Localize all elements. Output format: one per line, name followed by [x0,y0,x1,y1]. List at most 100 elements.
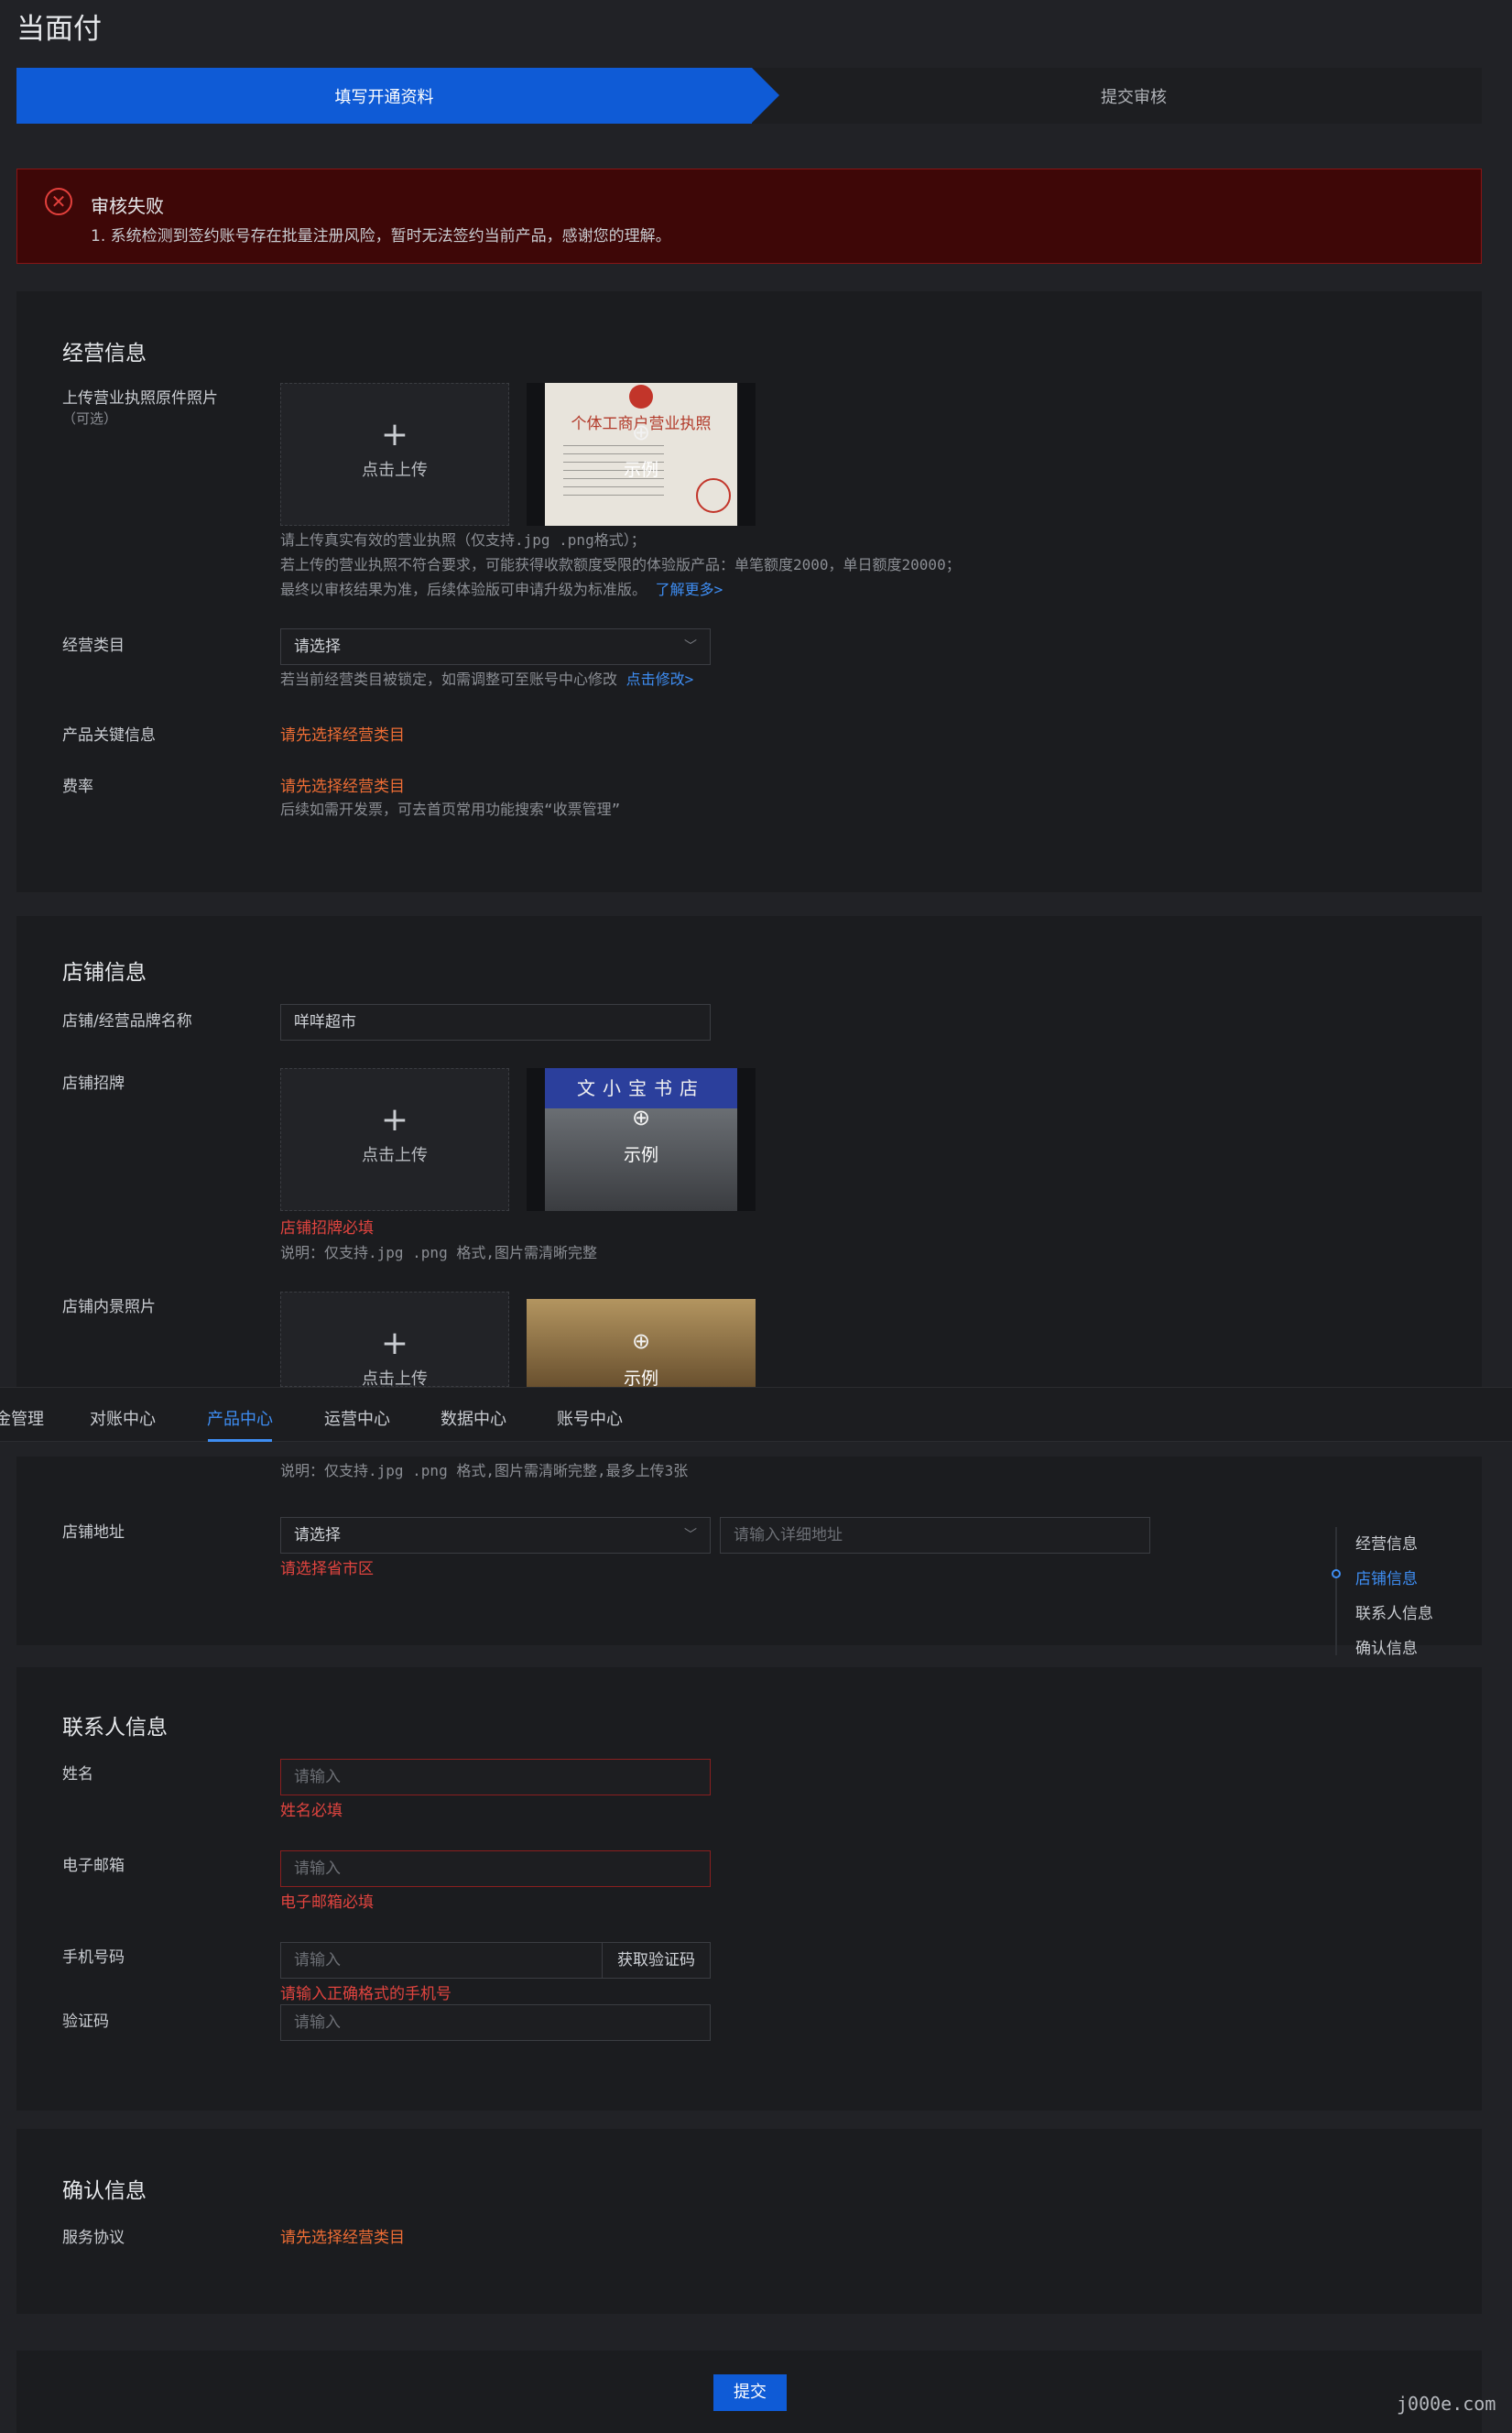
interior-upload-button[interactable]: + 点击上传 [280,1292,509,1387]
keyinfo-label: 产品关键信息 [62,726,156,745]
name-label: 姓名 [62,1765,93,1784]
tab-product-center[interactable]: 产品中心 [207,1406,273,1430]
rate-hint: 后续如需开发票，可去首页常用功能搜索“收票管理” [280,801,621,818]
review-failed-alert: ✕ 审核失败 1. 系统检测到签约账号存在批量注册风险，暂时无法签约当前产品，感… [16,169,1482,264]
step-submit-review: 提交审核 [1101,87,1167,107]
license-hint-3-text: 最终以审核结果为准，后续体验版可申请升级为标准版。 [280,581,647,598]
confirm-info-card: 确认信息 服务协议 请先选择经营类目 [16,2129,1482,2314]
page-title: 当面付 [16,13,102,46]
address-select-value: 请选择 [294,1526,341,1544]
address-detail-placeholder: 请输入详细地址 [734,1526,843,1544]
anchor-store[interactable]: 店铺信息 [1355,1566,1418,1588]
license-hint-1: 请上传真实有效的营业执照（仅支持.jpg .png格式）； [280,531,646,549]
alert-title: 审核失败 [91,195,164,217]
confirm-section-title: 确认信息 [62,2179,147,2203]
example-text: 示例 [623,1369,658,1387]
rate-label: 费率 [62,778,93,796]
code-placeholder: 请输入 [294,2013,341,2032]
upload-text: 点击上传 [362,1369,428,1387]
example-text: 示例 [623,460,658,480]
phone-placeholder: 请输入 [294,1951,341,1969]
step-fill-info: 填写开通资料 [16,68,779,124]
close-circle-icon: ✕ [45,188,72,215]
plus-icon: + [380,416,409,453]
license-upload-button[interactable]: + 点击上传 [280,383,509,526]
category-hint: 若当前经营类目被锁定，如需调整可至账号中心修改 点击修改> [280,667,693,689]
section-anchor-nav: 经营信息 店铺信息 联系人信息 确认信息 [1332,1527,1482,1658]
sign-hint: 说明：仅支持.jpg .png 格式,图片需清晰完整 [280,1244,597,1261]
chevron-down-icon: ﹀ [684,1528,697,1543]
business-info-card: 经营信息 上传营业执照原件照片 （可选） + 点击上传 个体工商户营业执照 ⊕ … [16,291,1482,892]
store-name-value: 咩咩超市 [294,1013,356,1031]
email-placeholder: 请输入 [294,1860,341,1878]
address-region-select[interactable]: 请选择 ﹀ [280,1517,711,1554]
license-example[interactable]: 个体工商户营业执照 ⊕ 示例 [527,383,756,526]
zoom-in-icon: ⊕ [631,1328,651,1354]
license-hint-3: 最终以审核结果为准，后续体验版可申请升级为标准版。 了解更多> [280,577,723,599]
tab-data-center[interactable]: 数据中心 [441,1406,506,1430]
tab-account-center[interactable]: 账号中心 [557,1406,623,1430]
license-example-image: 个体工商户营业执照 [545,383,737,526]
code-input[interactable]: 请输入 [280,2004,711,2041]
sign-example[interactable]: 文小宝书店 ⊕ 示例 [527,1068,756,1211]
active-tab-indicator [208,1439,272,1442]
seal-icon [696,478,731,513]
tab-reconciliation[interactable]: 对账中心 [90,1406,156,1430]
watermark: j000e.com [1397,2393,1496,2415]
agreement-label: 服务协议 [62,2229,125,2247]
email-input[interactable]: 请输入 [280,1850,711,1887]
learn-more-link[interactable]: 了解更多> [656,581,723,598]
name-input[interactable]: 请输入 [280,1759,711,1795]
email-error: 电子邮箱必填 [280,1893,374,1912]
steps-bar: 填写开通资料 提交审核 [16,68,1482,124]
sign-upload-button[interactable]: + 点击上传 [280,1068,509,1211]
license-hint-2: 若上传的营业执照不符合要求，可能获得收款额度受限的体验版产品：单笔额度2000，… [280,556,961,573]
store-name-input[interactable]: 咩咩超市 [280,1004,711,1041]
interior-hint: 说明：仅支持.jpg .png 格式,图片需清晰完整,最多上传3张 [280,1462,689,1479]
shop-sign-text: 文小宝书店 [545,1068,737,1108]
upload-text: 点击上传 [362,461,428,480]
contact-info-card: 联系人信息 姓名 请输入 姓名必填 电子邮箱 请输入 电子邮箱必填 手机号码 请… [16,1667,1482,2111]
address-detail-input[interactable]: 请输入详细地址 [720,1517,1150,1554]
anchor-line [1335,1527,1337,1655]
agreement-value: 请先选择经营类目 [280,2229,405,2247]
name-placeholder: 请输入 [294,1768,341,1786]
anchor-contact[interactable]: 联系人信息 [1355,1600,1433,1623]
category-modify-link[interactable]: 点击修改> [626,671,694,688]
name-error: 姓名必填 [280,1802,343,1820]
category-select[interactable]: 请选择 ﹀ [280,628,711,665]
phone-error: 请输入正确格式的手机号 [280,1985,451,2003]
code-label: 验证码 [62,2013,109,2031]
anchor-confirm[interactable]: 确认信息 [1355,1635,1418,1658]
category-label: 经营类目 [62,637,125,655]
alert-message: 1. 系统检测到签约账号存在批量注册风险，暂时无法签约当前产品，感谢您的理解。 [91,227,671,245]
address-label: 店铺地址 [62,1523,125,1542]
chevron-down-icon: ﹀ [684,639,697,654]
interior-example[interactable]: ⊕ 示例 [527,1299,756,1387]
interior-label: 店铺内景照片 [62,1298,156,1316]
rate-value: 请先选择经营类目 [280,778,405,796]
keyinfo-value: 请先选择经营类目 [280,726,405,745]
business-section-title: 经营信息 [62,342,147,365]
phone-input[interactable]: 请输入 获取验证码 [280,1942,711,1979]
contact-section-title: 联系人信息 [62,1716,168,1740]
anchor-business[interactable]: 经营信息 [1355,1531,1418,1554]
zoom-in-icon: ⊕ [631,1105,651,1130]
address-error: 请选择省市区 [280,1560,374,1578]
category-hint-text: 若当前经营类目被锁定，如需调整可至账号中心修改 [280,671,618,688]
sign-label: 店铺招牌 [62,1075,125,1093]
zoom-in-icon: ⊕ [631,420,651,445]
get-code-button[interactable]: 获取验证码 [602,1943,710,1978]
tab-operation-center[interactable]: 运营中心 [324,1406,390,1430]
store-info-card-continued: 说明：仅支持.jpg .png 格式,图片需清晰完整,最多上传3张 店铺地址 请… [16,1457,1482,1645]
license-label: 上传营业执照原件照片 [62,389,218,408]
license-optional: （可选） [62,410,118,427]
store-section-title: 店铺信息 [62,961,147,985]
tab-fund-management[interactable]: 金管理 [0,1406,44,1430]
plus-icon: + [380,1325,409,1362]
submit-button[interactable]: 提交 [713,2374,787,2411]
shop-sign-example-image: 文小宝书店 [545,1068,737,1211]
upload-text: 点击上传 [362,1146,428,1165]
store-info-card: 店铺信息 店铺/经营品牌名称 咩咩超市 店铺招牌 + 点击上传 文小宝书店 ⊕ … [16,916,1482,1387]
emblem-icon [629,385,653,409]
